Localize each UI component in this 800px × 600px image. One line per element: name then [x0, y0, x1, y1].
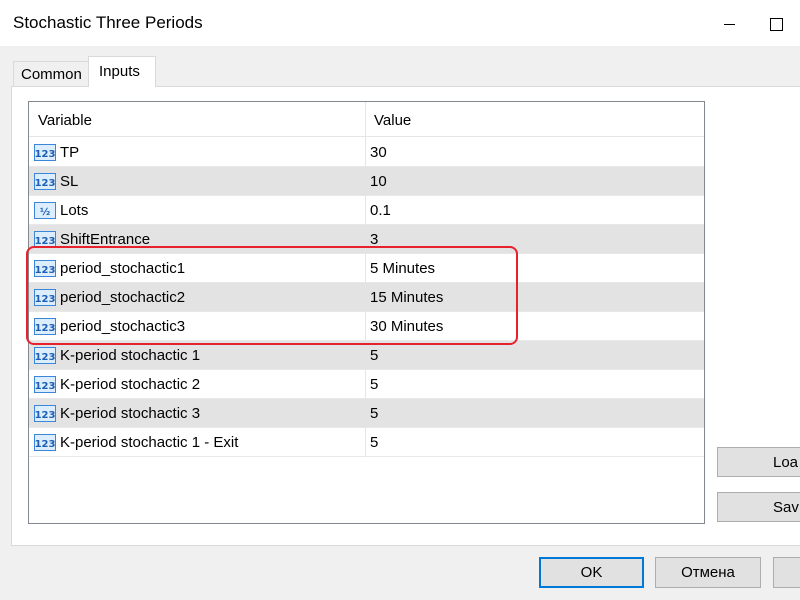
tab-common-label: Common [21, 66, 82, 83]
maximize-icon[interactable] [761, 10, 791, 36]
save-button[interactable]: Sav [717, 492, 800, 522]
row-variable: K-period stochactic 1 [60, 347, 201, 364]
table-row[interactable]: 123 SL 10 [29, 167, 704, 196]
row-value[interactable]: 5 [370, 376, 378, 393]
svg-text:123: 123 [35, 149, 56, 160]
row-value[interactable]: 5 [370, 434, 378, 451]
svg-text:123: 123 [35, 178, 56, 189]
table-row[interactable]: ½ Lots 0.1 [29, 196, 704, 225]
integer-123-icon: 123 [34, 376, 56, 393]
tab-inputs[interactable]: Inputs [88, 56, 156, 87]
svg-text:123: 123 [35, 352, 56, 363]
integer-123-icon: 123 [34, 144, 56, 161]
row-value[interactable]: 30 [370, 144, 387, 161]
row-value[interactable]: 0.1 [370, 202, 391, 219]
table-row[interactable]: 123 TP 30 [29, 138, 704, 167]
row-value[interactable]: 10 [370, 173, 387, 190]
fraction-half-icon: ½ [34, 202, 56, 219]
svg-text:123: 123 [35, 410, 56, 421]
highlight-box [26, 246, 518, 345]
row-variable: Lots [60, 202, 89, 219]
table-row[interactable]: 123 K-period stochactic 1 5 [29, 341, 704, 370]
row-variable: K-period stochactic 3 [60, 405, 201, 422]
svg-text:½: ½ [40, 207, 50, 218]
ok-button[interactable]: OK [539, 557, 644, 588]
svg-text:123: 123 [35, 439, 56, 450]
column-header-variable[interactable]: Variable [38, 112, 92, 129]
title-bar: Stochastic Three Periods [0, 0, 800, 46]
row-variable: K-period stochactic 2 [60, 376, 201, 393]
row-variable: SL [60, 173, 79, 190]
help-button[interactable] [773, 557, 800, 588]
integer-123-icon: 123 [34, 347, 56, 364]
row-variable: TP [60, 144, 80, 161]
window-title: Stochastic Three Periods [13, 13, 203, 32]
save-button-label: Sav [773, 499, 799, 516]
row-value[interactable]: 5 [370, 347, 378, 364]
tab-common[interactable]: Common [13, 61, 89, 86]
grid-header: Variable Value [29, 102, 704, 137]
table-row[interactable]: 123 K-period stochactic 3 5 [29, 399, 704, 428]
tab-inputs-label: Inputs [99, 63, 140, 80]
svg-text:123: 123 [35, 381, 56, 392]
minimize-icon[interactable] [715, 10, 745, 36]
column-header-value[interactable]: Value [374, 112, 411, 129]
row-value[interactable]: 5 [370, 405, 378, 422]
row-variable: K-period stochactic 1 - Exit [60, 434, 239, 451]
integer-123-icon: 123 [34, 173, 56, 190]
table-row[interactable]: 123 K-period stochactic 2 5 [29, 370, 704, 399]
table-row[interactable]: 123 K-period stochactic 1 - Exit 5 [29, 428, 704, 457]
integer-123-icon: 123 [34, 405, 56, 422]
load-button-label: Loa [773, 454, 799, 471]
load-button[interactable]: Loa [717, 447, 800, 477]
cancel-button[interactable]: Отмена [655, 557, 761, 588]
integer-123-icon: 123 [34, 434, 56, 451]
